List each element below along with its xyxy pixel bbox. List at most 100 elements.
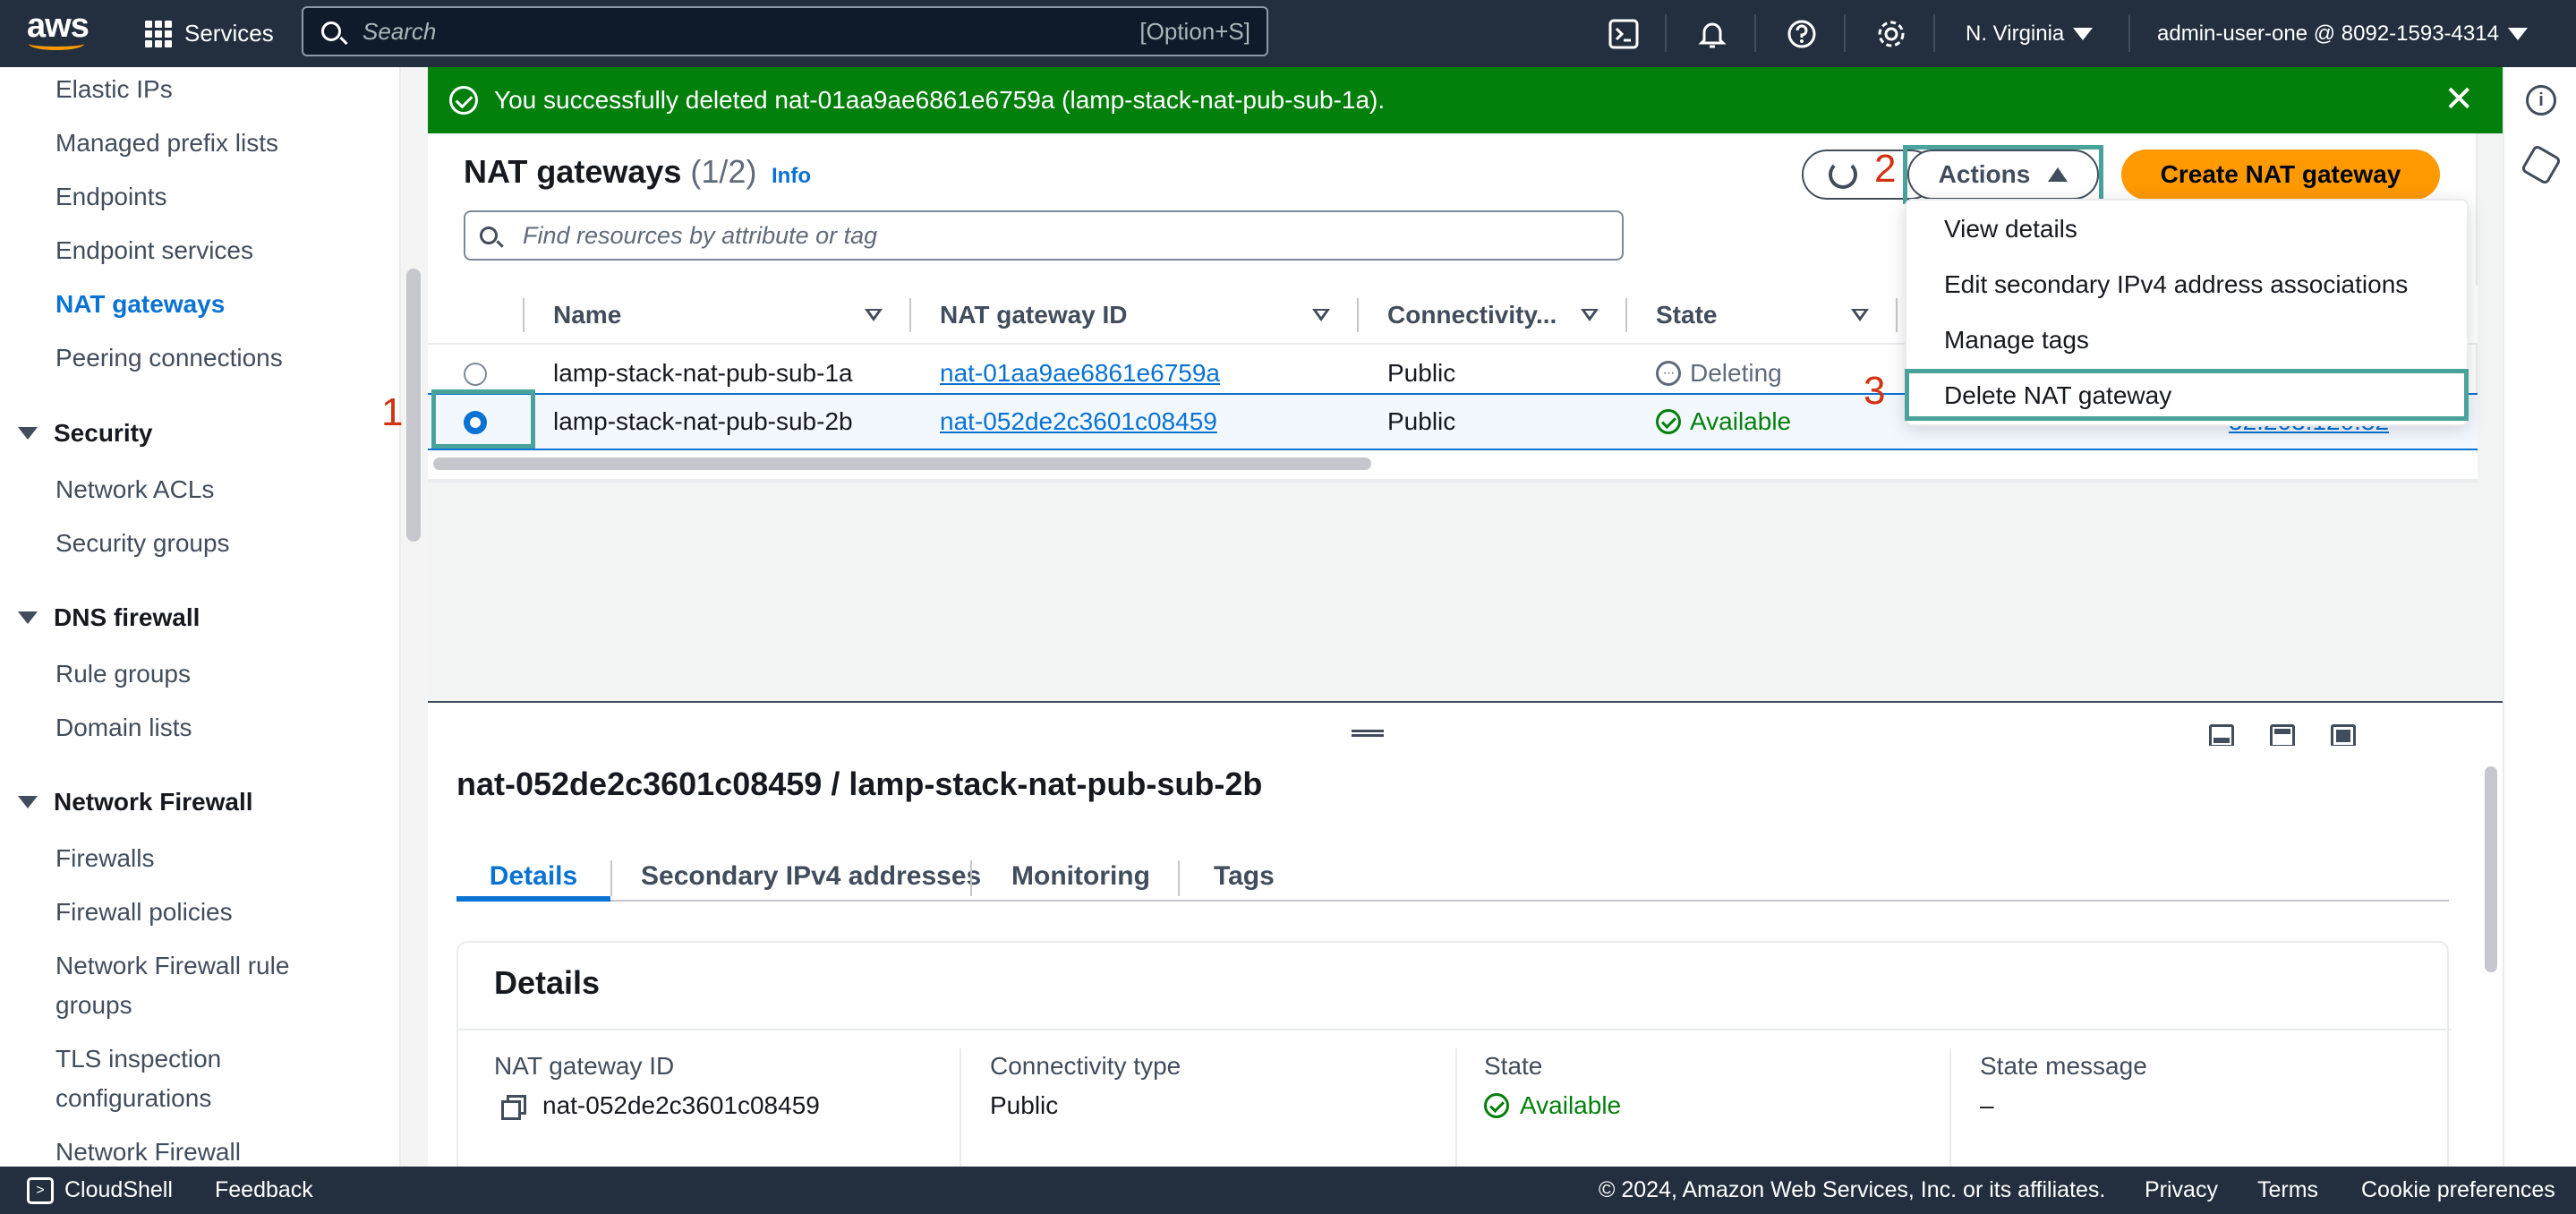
check-circle-icon <box>1656 409 1681 434</box>
split-panel-divider[interactable] <box>428 701 2503 748</box>
sidebar-item-tls-inspection-cont[interactable]: configurations <box>55 1079 211 1118</box>
search-input[interactable]: Search [Option+S] <box>302 6 1268 56</box>
detail-scrollbar[interactable] <box>2485 766 2497 972</box>
refresh-icon <box>1829 160 1857 189</box>
search-icon <box>321 21 341 41</box>
details-card: Details NAT gateway ID nat-052de2c3601c0… <box>456 941 2451 1183</box>
sort-icon[interactable] <box>1581 309 1599 321</box>
create-nat-gateway-button[interactable]: Create NAT gateway <box>2121 150 2440 200</box>
sidebar-item-security-groups[interactable]: Security groups <box>55 524 230 563</box>
column-header-connectivity[interactable]: Connectivity... <box>1387 286 1557 345</box>
state-text: Deleting <box>1690 359 1782 387</box>
active-tab-indicator <box>456 896 610 902</box>
details-heading: Details <box>494 964 601 1001</box>
page-title: NAT gateways (1/2) <box>464 153 756 191</box>
column-label: Name <box>553 301 622 329</box>
column-header-nat-gateway-id[interactable]: NAT gateway ID <box>940 286 1128 345</box>
account-menu[interactable]: admin-user-one @ 8092-1593-4314 <box>2157 0 2528 67</box>
services-label: Services <box>184 20 274 47</box>
top-navigation: aws Services Search [Option+S] N. Virgin… <box>0 0 2576 67</box>
cloudshell-button[interactable]: > CloudShell <box>27 1167 173 1214</box>
info-link[interactable]: Info <box>772 164 811 189</box>
sidebar-item-endpoints[interactable]: Endpoints <box>55 177 167 217</box>
panel-bottom-icon[interactable] <box>2209 724 2234 748</box>
copyright-text: © 2024, Amazon Web Services, Inc. or its… <box>1599 1177 2106 1202</box>
column-header-name[interactable]: Name <box>553 286 621 345</box>
panel-full-icon[interactable] <box>2331 724 2356 748</box>
copy-icon[interactable] <box>501 1095 526 1120</box>
radio-highlight <box>431 389 535 449</box>
tab-monitoring[interactable]: Monitoring <box>1011 851 1150 902</box>
bell-icon[interactable] <box>1694 16 1730 52</box>
privacy-link[interactable]: Privacy <box>2145 1167 2218 1214</box>
section-heading: DNS firewall <box>54 603 200 631</box>
sidebar-item-network-firewall[interactable]: Network Firewall <box>55 1133 241 1167</box>
sidebar-item-elastic-ips[interactable]: Elastic IPs <box>55 70 173 109</box>
services-menu-button[interactable]: Services <box>145 0 274 67</box>
aws-logo[interactable]: aws <box>27 7 91 54</box>
info-icon[interactable]: i <box>2526 85 2556 115</box>
cloudshell-icon: > <box>27 1176 54 1204</box>
sidebar-item-domain-lists[interactable]: Domain lists <box>55 708 192 748</box>
step-1-label: 1 <box>381 390 404 434</box>
tab-tags[interactable]: Tags <box>1214 851 1275 902</box>
filter-input[interactable]: Find resources by attribute or tag <box>464 210 1624 261</box>
sidebar-item-tls-inspection[interactable]: TLS inspection <box>55 1039 221 1079</box>
field-label: State message <box>1980 1052 2147 1080</box>
field-state: State Available <box>1484 1050 1621 1122</box>
sidebar-scrollbar[interactable] <box>406 269 421 542</box>
terms-link[interactable]: Terms <box>2257 1167 2318 1214</box>
menu-item-manage-tags[interactable]: Manage tags <box>1944 326 2089 355</box>
sidebar-section-dns-firewall[interactable]: DNS firewall <box>18 603 200 632</box>
field-value: – <box>1980 1091 1994 1119</box>
sidebar-item-firewall-policies[interactable]: Firewall policies <box>55 893 233 932</box>
table-horizontal-scrollbar[interactable] <box>433 457 1371 470</box>
sidebar-item-rule-groups[interactable]: Rule groups <box>55 654 191 694</box>
close-icon[interactable]: ✕ <box>2444 81 2474 117</box>
search-icon <box>480 227 498 244</box>
sidebar-item-network-firewall-rule-groups-cont[interactable]: groups <box>55 986 132 1025</box>
drag-handle-icon[interactable] <box>1352 730 1384 737</box>
menu-item-edit-secondary-ipv4[interactable]: Edit secondary IPv4 address associations <box>1944 270 2408 299</box>
settings-icon[interactable] <box>1873 16 1909 52</box>
cell-nat-gateway-id-link[interactable]: nat-052de2c3601c08459 <box>940 395 1217 449</box>
row-radio[interactable] <box>464 363 487 386</box>
tab-secondary-ipv4-addresses[interactable]: Secondary IPv4 addresses <box>641 851 981 902</box>
detail-panel: nat-052de2c3601c08459 / lamp-stack-nat-p… <box>428 746 2503 1183</box>
sidebar-item-managed-prefix-lists[interactable]: Managed prefix lists <box>55 124 278 163</box>
sidebar-item-network-acls[interactable]: Network ACLs <box>55 470 214 509</box>
sidebar-section-network-firewall[interactable]: Network Firewall <box>18 788 253 816</box>
tab-details[interactable]: Details <box>456 851 610 902</box>
sort-icon[interactable] <box>1312 309 1330 321</box>
success-flashbar: You successfully deleted nat-01aa9ae6861… <box>428 67 2503 133</box>
footer: > CloudShell Feedback © 2024, Amazon Web… <box>0 1167 2576 1214</box>
sidebar-item-nat-gateways[interactable]: NAT gateways <box>55 285 225 324</box>
help-icon[interactable] <box>1784 16 1820 52</box>
field-label: Connectivity type <box>990 1052 1181 1080</box>
hexagon-icon[interactable] <box>2520 143 2563 186</box>
sidebar-scroll-track <box>401 67 428 1167</box>
cloudshell-icon[interactable] <box>1606 16 1642 52</box>
actions-highlight <box>1903 145 2103 204</box>
detail-title: nat-052de2c3601c08459 / lamp-stack-nat-p… <box>456 765 1263 802</box>
sort-icon[interactable] <box>1851 309 1869 321</box>
selection-count: (1/2) <box>690 153 757 190</box>
tab-label: Secondary IPv4 addresses <box>641 861 982 891</box>
sidebar-item-peering-connections[interactable]: Peering connections <box>55 338 283 378</box>
detail-tabs: Details Secondary IPv4 addresses Monitor… <box>456 851 2449 902</box>
step-2-label: 2 <box>1874 147 1897 191</box>
feedback-link[interactable]: Feedback <box>215 1167 313 1214</box>
cookie-preferences-link[interactable]: Cookie preferences <box>2361 1167 2555 1214</box>
panel-side-icon[interactable] <box>2270 724 2295 748</box>
sidebar-item-network-firewall-rule-groups[interactable]: Network Firewall rule <box>55 946 289 986</box>
sidebar-item-firewalls[interactable]: Firewalls <box>55 839 154 878</box>
column-label: NAT gateway ID <box>940 301 1128 329</box>
sidebar-item-endpoint-services[interactable]: Endpoint services <box>55 231 253 270</box>
page-title-text: NAT gateways <box>464 153 682 190</box>
region-selector[interactable]: N. Virginia <box>1966 0 2094 67</box>
field-nat-gateway-id: NAT gateway ID nat-052de2c3601c08459 <box>494 1050 820 1122</box>
column-header-state[interactable]: State <box>1656 286 1717 345</box>
sidebar-section-security[interactable]: Security <box>18 419 153 448</box>
sort-icon[interactable] <box>865 309 883 321</box>
menu-item-view-details[interactable]: View details <box>1944 215 2077 244</box>
